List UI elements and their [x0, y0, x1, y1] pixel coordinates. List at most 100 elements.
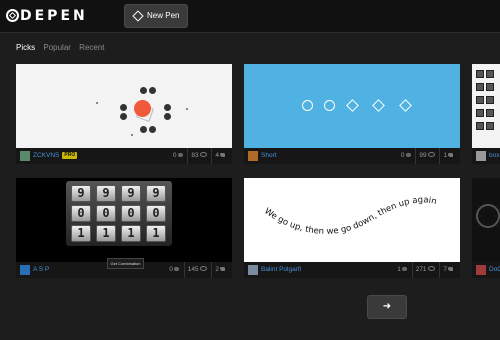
- avatar[interactable]: [20, 151, 30, 161]
- pen-preview[interactable]: We go up, then we go down, then up again: [244, 178, 460, 262]
- preview-square: [486, 96, 494, 104]
- preview-circle: [302, 100, 313, 111]
- eye-icon: [427, 152, 435, 157]
- pen-meta: Balint Polgarfi 1 271 7: [244, 262, 460, 278]
- preview-dot: [120, 104, 127, 111]
- pen-meta: Short 0 99 1: [244, 148, 460, 164]
- avatar[interactable]: [248, 151, 258, 161]
- avatar[interactable]: [20, 265, 30, 275]
- avatar[interactable]: [476, 265, 486, 275]
- tabs: Picks Popular Recent: [16, 43, 111, 52]
- lock-digit[interactable]: 9: [146, 185, 166, 202]
- comments-count: 1: [397, 266, 401, 273]
- new-pen-button[interactable]: New Pen: [124, 4, 188, 28]
- heart-icon[interactable]: [448, 153, 453, 157]
- preview-dot: [149, 126, 156, 133]
- preview-square: [476, 70, 484, 78]
- lock-digit[interactable]: 9: [71, 185, 91, 202]
- top-bar: DEPEN New Pen: [0, 0, 500, 33]
- comment-icon: [173, 267, 179, 271]
- lock-digit[interactable]: 9: [96, 185, 116, 202]
- wave-text-svg: We go up, then we go down, then up again: [262, 195, 437, 237]
- author-link[interactable]: Balint Polgarfi: [261, 262, 301, 278]
- tab-picks[interactable]: Picks: [16, 43, 35, 52]
- pen-card[interactable]: We go up, then we go down, then up again…: [244, 178, 460, 278]
- lock-digit[interactable]: 1: [146, 225, 166, 242]
- codepen-logo-icon: [6, 9, 19, 22]
- preview-dot: [149, 87, 156, 94]
- heart-icon[interactable]: [220, 153, 225, 157]
- lock-digit[interactable]: 1: [71, 225, 91, 242]
- preview-pixel: [131, 134, 133, 136]
- get-combination-tooltip: Get Combination: [107, 258, 144, 269]
- comment-icon: [177, 153, 183, 157]
- lock-digit[interactable]: 0: [146, 205, 166, 222]
- pro-badge: PRO: [62, 152, 78, 159]
- avatar[interactable]: [248, 265, 258, 275]
- lock-digit[interactable]: 1: [96, 225, 116, 242]
- pen-preview[interactable]: [244, 64, 460, 148]
- author-name: ZCKVNS: [33, 152, 60, 159]
- lock-digit[interactable]: 0: [71, 205, 91, 222]
- pen-preview[interactable]: 9 9 9 9 0 0 0 0 1 1 1 1: [16, 178, 232, 262]
- next-page-button[interactable]: ➜: [367, 295, 407, 319]
- wave-text: We go up, then we go down, then up again: [262, 195, 437, 237]
- pen-meta: box: [472, 148, 500, 164]
- codepen-logo[interactable]: DEPEN: [6, 7, 88, 25]
- lock-digit[interactable]: 9: [121, 185, 141, 202]
- author-link[interactable]: ZCKVNS PRO: [33, 148, 78, 164]
- preview-dot: [120, 113, 127, 120]
- logo-text: DEPEN: [20, 8, 88, 24]
- preview-diamond: [399, 99, 412, 112]
- preview-square: [486, 122, 494, 130]
- pen-preview[interactable]: [472, 64, 500, 148]
- comment-icon: [401, 267, 407, 271]
- pen-preview[interactable]: [16, 64, 232, 148]
- arrow-right-icon: ➜: [382, 301, 392, 312]
- tab-popular[interactable]: Popular: [43, 43, 71, 52]
- author-link[interactable]: box: [489, 148, 499, 164]
- comment-icon: [405, 153, 411, 157]
- preview-pixel: [96, 102, 98, 104]
- eye-icon: [199, 152, 207, 157]
- tab-recent[interactable]: Recent: [79, 43, 104, 52]
- pen-preview[interactable]: [472, 178, 500, 262]
- author-link[interactable]: Short: [261, 148, 277, 164]
- avatar[interactable]: [476, 151, 486, 161]
- heart-icon[interactable]: [448, 267, 453, 271]
- heart-icon[interactable]: [220, 267, 225, 271]
- likes-count: 7: [443, 266, 447, 273]
- preview-dot: [164, 104, 171, 111]
- author-link[interactable]: DoO: [489, 262, 500, 278]
- pen-card[interactable]: box: [472, 64, 500, 164]
- views-count: 99: [419, 152, 427, 159]
- likes-count: 1: [443, 152, 447, 159]
- lock-digit[interactable]: 1: [121, 225, 141, 242]
- eye-icon: [199, 266, 207, 271]
- pen-card[interactable]: DoO: [472, 178, 500, 278]
- views-count: 83: [191, 152, 199, 159]
- comments-count: 0: [169, 266, 173, 273]
- pen-card[interactable]: ZCKVNS PRO 0 83 4: [16, 64, 232, 164]
- author-link[interactable]: A S P: [33, 262, 49, 278]
- preview-square: [486, 83, 494, 91]
- pen-card[interactable]: Short 0 99 1: [244, 64, 460, 164]
- views-count: 271: [415, 266, 427, 273]
- preview-pixel: [186, 108, 188, 110]
- eye-icon: [427, 266, 435, 271]
- lock-digit[interactable]: 0: [96, 205, 116, 222]
- likes-count: 4: [215, 152, 219, 159]
- preview-square: [476, 83, 484, 91]
- views-count: 145: [187, 266, 199, 273]
- preview-diamond: [372, 99, 385, 112]
- comments-count: 0: [400, 152, 405, 159]
- pen-meta: ZCKVNS PRO 0 83 4: [16, 148, 232, 164]
- pen-stats: 0 145 2: [166, 262, 228, 278]
- pen-stats: 0 99 1: [398, 148, 456, 164]
- likes-count: 2: [215, 266, 219, 273]
- new-pen-label: New Pen: [147, 11, 180, 20]
- preview-dot: [140, 126, 147, 133]
- lock-digit[interactable]: 0: [121, 205, 141, 222]
- pen-meta: DoO: [472, 262, 500, 278]
- preview-square: [486, 70, 494, 78]
